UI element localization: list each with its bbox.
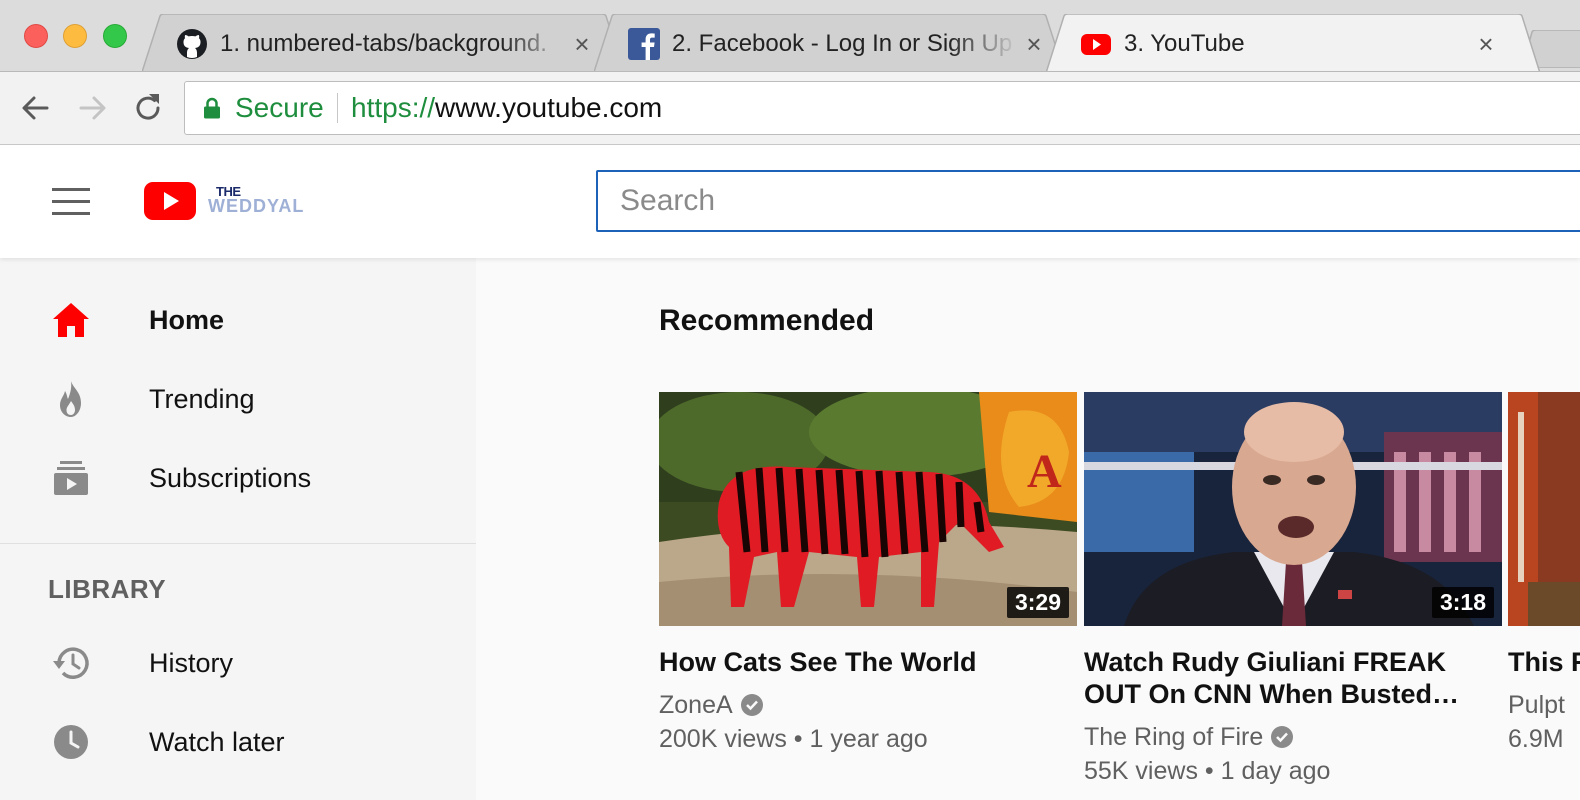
wordmark-name: WEDDYAL xyxy=(208,196,305,216)
tab-label: 1. numbered-tabs/background. xyxy=(220,30,547,57)
sidebar-item-subscriptions[interactable]: Subscriptions xyxy=(0,442,476,514)
flame-icon xyxy=(60,381,81,417)
tab-close-button[interactable]: × xyxy=(568,28,596,60)
video-card[interactable]: 3:18 Watch Rudy Giuliani FREAK OUT On CN… xyxy=(1084,392,1502,788)
video-meta: 55K views • 1 day ago xyxy=(1084,757,1331,785)
sidebar-divider xyxy=(0,543,476,544)
github-icon xyxy=(177,29,207,59)
video-thumbnail[interactable] xyxy=(1508,392,1580,626)
video-duration: 3:29 xyxy=(1006,587,1069,618)
wordmark-logo[interactable]: THE WEDDYAL xyxy=(208,184,303,218)
channel-name[interactable]: Pulpt xyxy=(1508,691,1565,719)
upload-age: 1 year ago xyxy=(809,725,928,753)
main-content: Recommended A 3:29 How Cats See The Worl… xyxy=(476,258,1580,800)
video-thumbnail[interactable]: A 3:29 xyxy=(659,392,1077,626)
url-host: www.youtube.com xyxy=(435,92,663,123)
home-icon xyxy=(53,303,89,337)
channel-name[interactable]: ZoneA xyxy=(659,691,733,719)
view-count: 6.9M xyxy=(1508,725,1564,753)
url-scheme: https:// xyxy=(351,92,436,123)
video-meta: 6.9M xyxy=(1508,722,1580,756)
tab-youtube[interactable]: 3. YouTube × xyxy=(1046,14,1540,71)
window-zoom-button[interactable] xyxy=(103,24,127,48)
view-count: 200K views xyxy=(659,725,787,753)
tab-close-button[interactable]: × xyxy=(1472,28,1500,60)
tab-facebook[interactable]: 2. Facebook - Log In or Sign Up × xyxy=(594,14,1064,71)
sidebar-item-history[interactable]: History xyxy=(0,627,476,699)
tab-label: 2. Facebook - Log In or Sign Up xyxy=(672,30,1013,57)
sidebar-item-trending[interactable]: Trending xyxy=(0,363,476,435)
video-title[interactable]: Watch Rudy Giuliani FREAK OUT On CNN Whe… xyxy=(1084,646,1464,710)
sidebar-item-home[interactable]: Home xyxy=(0,284,476,356)
back-arrow-icon[interactable] xyxy=(18,90,54,126)
channel-line: Pulpt xyxy=(1508,688,1580,722)
tab-label: 3. YouTube xyxy=(1124,30,1245,57)
video-title[interactable]: How Cats See The World xyxy=(659,646,1039,678)
sidebar-item-watch-later[interactable]: Watch later xyxy=(0,706,476,778)
channel-line: ZoneA xyxy=(659,688,1077,722)
lock-icon xyxy=(204,97,220,119)
menu-icon[interactable] xyxy=(52,188,90,216)
facebook-icon xyxy=(628,28,660,60)
upload-age: 1 day ago xyxy=(1220,757,1331,785)
url-text[interactable]: https://www.youtube.com xyxy=(351,82,662,134)
verified-icon xyxy=(740,694,763,716)
channel-name[interactable]: The Ring of Fire xyxy=(1084,723,1263,751)
sidebar-item-label: Watch later xyxy=(149,727,285,757)
verified-icon xyxy=(1271,726,1294,748)
sidebar-item-label: Trending xyxy=(149,384,255,414)
video-card[interactable]: This Reac Pulpt 6.9M xyxy=(1508,392,1580,756)
history-icon xyxy=(53,647,89,679)
section-title: Recommended xyxy=(659,304,875,337)
forward-arrow-icon[interactable] xyxy=(74,90,110,126)
sidebar-item-label: Subscriptions xyxy=(149,463,312,493)
search-box[interactable] xyxy=(596,170,1580,232)
library-heading: LIBRARY xyxy=(48,574,167,604)
address-bar[interactable]: Secure https://www.youtube.com xyxy=(184,81,1580,135)
reload-icon[interactable] xyxy=(130,90,166,126)
sidebar-item-label: History xyxy=(149,648,234,678)
youtube-header: THE WEDDYAL xyxy=(0,146,1580,258)
youtube-icon xyxy=(1081,34,1111,55)
sidebar: Home Trending Subscriptions LIBRARY Hist… xyxy=(0,258,476,800)
video-title[interactable]: This Reac xyxy=(1508,646,1580,678)
window-minimize-button[interactable] xyxy=(63,24,87,48)
video-meta: 200K views • 1 year ago xyxy=(659,725,928,753)
channel-line: The Ring of Fire xyxy=(1084,720,1502,754)
address-divider xyxy=(337,93,338,123)
youtube-logo-icon[interactable] xyxy=(144,182,196,220)
tab-github[interactable]: 1. numbered-tabs/background. × xyxy=(142,14,624,71)
clock-icon xyxy=(54,725,88,759)
tab-close-button[interactable]: × xyxy=(1020,28,1048,60)
video-thumbnail[interactable]: 3:18 xyxy=(1084,392,1502,626)
browser-toolbar: Secure https://www.youtube.com xyxy=(0,72,1580,145)
secure-label: Secure xyxy=(235,92,324,123)
sidebar-item-label: Home xyxy=(149,305,225,335)
search-input[interactable] xyxy=(598,172,1580,230)
subscriptions-icon xyxy=(54,461,88,495)
video-duration: 3:18 xyxy=(1431,587,1494,618)
tab-strip: 1. numbered-tabs/background. × 2. Facebo… xyxy=(0,0,1580,72)
video-card[interactable]: A 3:29 How Cats See The World ZoneA 200K… xyxy=(659,392,1077,756)
view-count: 55K views xyxy=(1084,757,1198,785)
svg-text:A: A xyxy=(1027,445,1062,498)
window-close-button[interactable] xyxy=(24,24,48,48)
